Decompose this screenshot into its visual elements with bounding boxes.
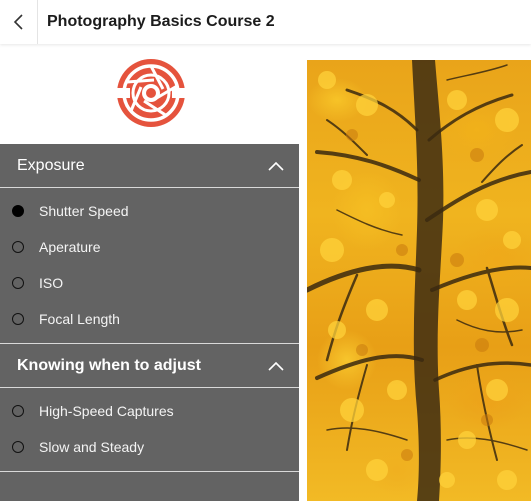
lesson-item-high-speed-captures[interactable]: High-Speed Captures: [0, 393, 299, 429]
lesson-label: Aperature: [39, 239, 101, 255]
section-knowing-when-to-adjust: Knowing when to adjust High-Speed Captur…: [0, 344, 299, 501]
lesson-label: ISO: [39, 275, 64, 291]
sidebar-footer-space: [0, 472, 299, 501]
logo-area: [0, 44, 299, 144]
radio-selected-icon: [12, 205, 24, 217]
radio-empty-icon: [12, 277, 24, 289]
section-title: Knowing when to adjust: [17, 356, 201, 374]
chevron-up-icon: [268, 361, 284, 371]
lesson-list: Shutter Speed Aperature ISO Focal Length: [0, 188, 299, 344]
radio-empty-icon: [12, 405, 24, 417]
section-header-exposure[interactable]: Exposure: [0, 144, 299, 188]
section-header-knowing-when-to-adjust[interactable]: Knowing when to adjust: [0, 344, 299, 388]
lesson-label: Focal Length: [39, 311, 120, 327]
course-sidebar: Exposure Shutter Speed Aperature ISO Foc…: [0, 44, 299, 501]
lesson-item-aperature[interactable]: Aperature: [0, 229, 299, 265]
lesson-list: High-Speed Captures Slow and Steady: [0, 388, 299, 472]
tree-branches-illustration: [307, 60, 531, 501]
lesson-item-shutter-speed[interactable]: Shutter Speed: [0, 193, 299, 229]
lesson-item-iso[interactable]: ISO: [0, 265, 299, 301]
chevron-up-icon: [268, 161, 284, 171]
back-button[interactable]: [0, 0, 38, 44]
lesson-label: Shutter Speed: [39, 203, 129, 219]
section-title: Exposure: [17, 156, 85, 174]
top-bar: Photography Basics Course 2: [0, 0, 531, 44]
radio-empty-icon: [12, 441, 24, 453]
autumn-tree-photo: [307, 60, 531, 501]
lesson-item-slow-and-steady[interactable]: Slow and Steady: [0, 429, 299, 465]
section-exposure: Exposure Shutter Speed Aperature ISO Foc…: [0, 144, 299, 344]
chevron-left-icon: [13, 14, 23, 30]
radio-empty-icon: [12, 241, 24, 253]
radio-empty-icon: [12, 313, 24, 325]
page-title: Photography Basics Course 2: [47, 13, 275, 30]
lesson-label: Slow and Steady: [39, 439, 145, 455]
lesson-label: High-Speed Captures: [39, 403, 174, 419]
camera-aperture-logo-icon: [113, 58, 188, 127]
lesson-item-focal-length[interactable]: Focal Length: [0, 301, 299, 337]
